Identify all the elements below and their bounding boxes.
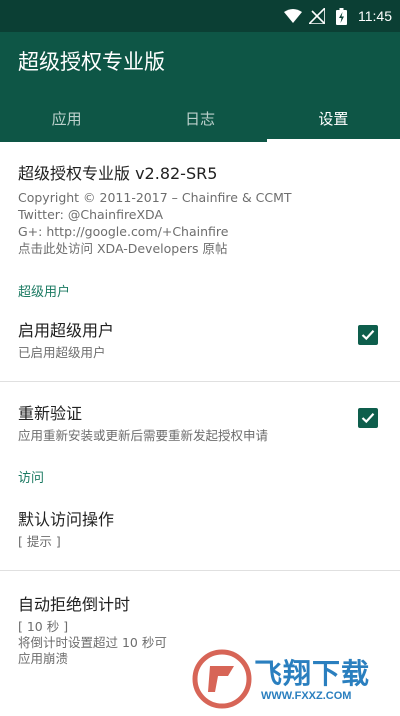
pref-reauthenticate[interactable]: 重新验证 应用重新安装或更新后需要重新发起授权申请 [0,382,400,458]
pref-summary: 已启用超级用户 [18,345,106,360]
section-header-access: 访问 [18,470,45,486]
about-block[interactable]: 超级授权专业版 v2.82-SR5 Copyright © 2011-2017 … [0,142,400,269]
app-bar: 超级授权专业版 应用 日志 设置 [0,32,400,142]
check-icon [361,413,375,424]
check-icon [361,330,375,341]
watermark: 飞翔下载 WWW.FXXZ.COM [188,648,388,710]
pref-enable-superuser[interactable]: 启用超级用户 已启用超级用户 [0,311,400,381]
tab-settings[interactable]: 设置 [266,94,400,142]
battery-charging-icon [332,7,350,25]
tab-bar: 应用 日志 设置 [0,94,400,142]
pref-summary: 应用重新安装或更新后需要重新发起授权申请 [18,428,269,443]
enable-superuser-checkbox[interactable] [358,325,378,345]
pref-title: 重新验证 [18,404,83,423]
section-header-superuser: 超级用户 [18,284,71,300]
pref-default-access[interactable]: 默认访问操作 [ 提示 ] [0,494,400,570]
wifi-icon [284,7,302,25]
settings-content: 超级授权专业版 v2.82-SR5 Copyright © 2011-2017 … [0,142,400,716]
clock: 11:45 [358,8,392,24]
pref-summary: [ 提示 ] [18,534,61,549]
pref-title: 自动拒绝倒计时 [18,595,131,614]
watermark-text: 飞翔下载 [254,657,371,690]
xda-link[interactable]: 点击此处访问 XDA-Developers 原帖 [18,240,382,257]
tab-logs[interactable]: 日志 [133,94,266,142]
copyright-text: Copyright © 2011-2017 – Chainfire & CCMT [18,190,292,205]
pref-title: 启用超级用户 [18,321,115,340]
twitter-text: Twitter: @ChainfireXDA [18,207,164,222]
pref-value: [ 10 秒 ] [18,619,69,634]
status-bar: 11:45 [0,0,400,32]
about-title: 超级授权专业版 v2.82-SR5 [18,164,218,183]
reauthenticate-checkbox[interactable] [358,408,378,428]
gplus-text: G+: http://google.com/+Chainfire [18,224,229,239]
tab-apps[interactable]: 应用 [0,94,133,142]
pref-title: 默认访问操作 [18,510,115,529]
watermark-url: WWW.FXXZ.COM [258,690,355,702]
app-title: 超级授权专业版 [18,50,165,74]
no-signal-icon [308,7,326,25]
